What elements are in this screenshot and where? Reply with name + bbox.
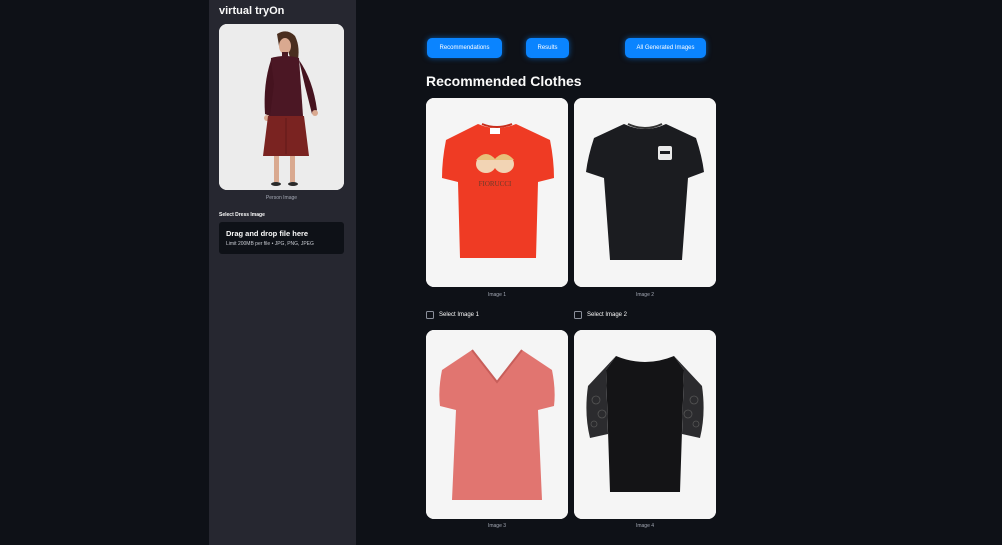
all-generated-images-button[interactable]: All Generated Images bbox=[625, 38, 706, 58]
person-image-caption: Person Image bbox=[265, 195, 298, 201]
checkbox-box[interactable] bbox=[574, 311, 582, 319]
file-uploader-dropzone[interactable]: Drag and drop file here Limit 200MB per … bbox=[219, 222, 344, 254]
recommendations-button[interactable]: Recommendations bbox=[427, 38, 502, 58]
results-button[interactable]: Results bbox=[526, 38, 569, 58]
image-caption: Image 4 bbox=[635, 523, 655, 529]
select-image-2-checkbox[interactable]: Select Image 2 bbox=[574, 311, 627, 319]
image-caption: Image 3 bbox=[487, 523, 507, 529]
clothing-image-3 bbox=[426, 330, 568, 519]
right-gutter bbox=[785, 0, 1002, 545]
person-illustration bbox=[219, 24, 344, 190]
uploader-limits: Limit 200MB per file • JPG, PNG, JPEG bbox=[226, 241, 314, 247]
pink-vneck-illustration bbox=[426, 330, 568, 519]
uploader-title: Drag and drop file here bbox=[226, 229, 309, 238]
image-caption: Image 1 bbox=[487, 292, 507, 298]
clothing-image-2 bbox=[574, 98, 716, 287]
clothing-image-4 bbox=[574, 330, 716, 519]
checkbox-label: Select Image 1 bbox=[439, 312, 480, 318]
main-panel: Recommendations Results All Generated Im… bbox=[356, 0, 785, 545]
black-tshirt-illustration bbox=[574, 98, 716, 287]
page-title: Recommended Clothes bbox=[426, 73, 582, 89]
lace-sleeve-top-illustration bbox=[574, 330, 716, 519]
select-image-1-checkbox[interactable]: Select Image 1 bbox=[426, 311, 479, 319]
app-title: virtual tryOn bbox=[219, 5, 285, 17]
sidebar: virtual tryOn Person Image Select Dress … bbox=[209, 0, 356, 545]
tshirt-print-text: FIORUCCI bbox=[479, 180, 512, 188]
checkbox-box[interactable] bbox=[426, 311, 434, 319]
person-image bbox=[219, 24, 344, 190]
dress-upload-label: Select Dress Image bbox=[219, 212, 265, 218]
checkbox-label: Select Image 2 bbox=[587, 312, 628, 318]
red-tshirt-illustration: FIORUCCI bbox=[426, 98, 568, 287]
left-gutter bbox=[0, 0, 209, 545]
clothing-image-1: FIORUCCI bbox=[426, 98, 568, 287]
image-caption: Image 2 bbox=[635, 292, 655, 298]
